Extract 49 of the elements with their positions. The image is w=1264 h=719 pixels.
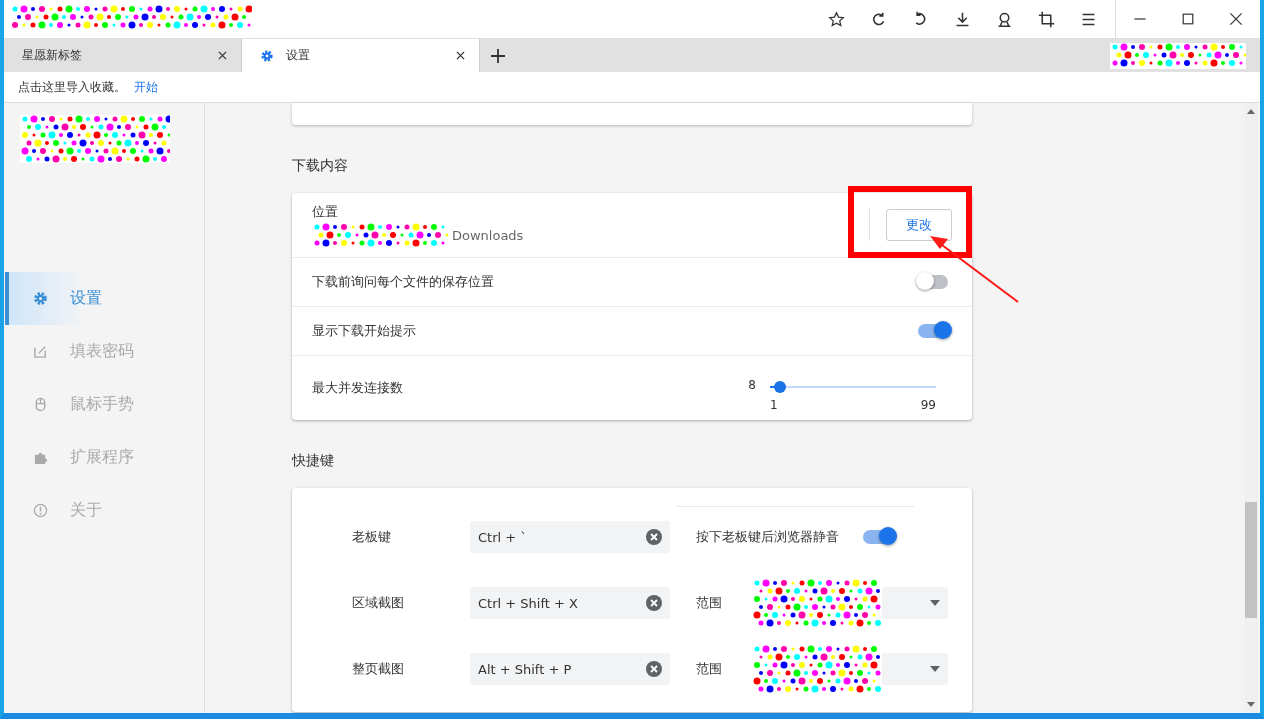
gear-icon: [33, 291, 48, 306]
download-icon[interactable]: [954, 10, 971, 28]
option-label: 范围: [696, 660, 723, 678]
puzzle-icon: [33, 450, 48, 465]
slider-value: 8: [748, 378, 756, 392]
user-icon[interactable]: [996, 10, 1013, 28]
slider-max: 99: [920, 398, 936, 412]
slider-thumb[interactable]: [773, 381, 786, 393]
scrollbar-thumb[interactable]: [1245, 502, 1257, 618]
star-icon[interactable]: [828, 10, 845, 28]
close-tab-icon[interactable]: [456, 51, 465, 60]
change-button[interactable]: 更改: [886, 209, 952, 241]
new-tab-icon[interactable]: [490, 47, 506, 64]
setting-label: 位置: [312, 203, 339, 221]
section-heading: 快捷键: [292, 452, 335, 470]
section-heading: 下载内容: [292, 157, 349, 175]
clear-icon[interactable]: [646, 595, 662, 611]
shortcut-field[interactable]: Alt + Shift + P: [470, 653, 670, 685]
info-icon: [33, 503, 48, 518]
scroll-down-icon[interactable]: [1247, 702, 1255, 707]
shortcut-field[interactable]: Ctrl + `: [470, 521, 670, 553]
close-tab-icon[interactable]: [218, 51, 227, 60]
edit-form-icon: [33, 344, 48, 359]
maximize-icon[interactable]: [1180, 11, 1196, 27]
gear-icon: [260, 48, 274, 63]
scroll-up-icon[interactable]: [1247, 109, 1255, 114]
refresh-icon[interactable]: [870, 10, 887, 28]
option-label: 范围: [696, 594, 723, 612]
mouse-icon: [33, 397, 48, 412]
caret-icon: [930, 600, 940, 606]
shortcut-label: 整页截图: [351, 660, 405, 678]
start-link[interactable]: 开始: [134, 78, 158, 96]
import-hint: 点击这里导入收藏。: [18, 78, 126, 96]
toggle-switch[interactable]: [918, 275, 948, 289]
folder-path: Downloads: [452, 227, 524, 243]
crop-icon[interactable]: [1038, 10, 1055, 28]
shortcut-label: 区域截图: [351, 594, 405, 612]
setting-label: 显示下载开始提示: [312, 322, 416, 340]
setting-label: 最大并发连接数: [312, 379, 403, 397]
clear-icon[interactable]: [646, 661, 662, 677]
browser-tab[interactable]: 设置: [242, 39, 480, 72]
close-icon[interactable]: [1228, 11, 1244, 27]
clear-icon[interactable]: [646, 529, 662, 545]
caret-icon: [930, 666, 940, 672]
shortcut-label: 老板键: [351, 528, 392, 546]
shortcut-field[interactable]: Ctrl + Shift + X: [470, 587, 670, 619]
slider-min: 1: [770, 398, 778, 412]
option-label: 按下老板键后浏览器静音: [696, 528, 839, 546]
setting-label: 下载前询问每个文件的保存位置: [312, 273, 494, 291]
